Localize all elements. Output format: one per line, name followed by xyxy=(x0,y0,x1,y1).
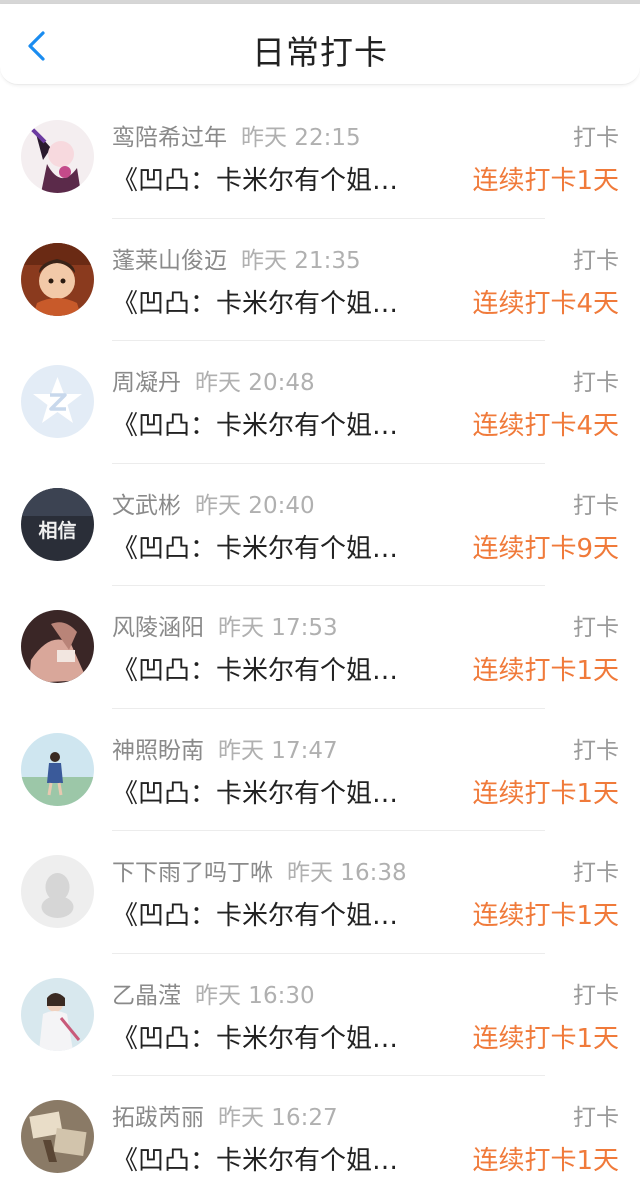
avatar-image xyxy=(21,732,94,806)
timestamp: 昨天 21:35 xyxy=(241,247,361,274)
list-item[interactable]: 相信 文武彬 昨天 20:40 打卡 《凹凸：卡米尔有个姐… 连续打卡9天 xyxy=(0,464,640,586)
checkin-tag: 打卡 xyxy=(573,125,619,151)
checkin-tag: 打卡 xyxy=(573,492,619,519)
book-title[interactable]: 《凹凸：卡米尔有个姐… xyxy=(112,1140,398,1177)
avatar[interactable] xyxy=(21,610,94,683)
checkin-tag: 打卡 xyxy=(573,370,619,396)
user-name[interactable]: 乙晶滢 xyxy=(112,983,181,1009)
avatar-image xyxy=(21,977,94,1051)
item-meta: 鸾陪希过年 昨天 22:15 xyxy=(112,118,361,152)
item-meta: 文武彬 昨天 20:40 xyxy=(112,486,315,520)
avatar-text: 相信 xyxy=(38,519,76,542)
item-meta: 拓跋芮丽 昨天 16:27 xyxy=(112,1098,338,1132)
avatar[interactable] xyxy=(21,242,94,316)
streak-label: 连续打卡1天 xyxy=(472,166,619,196)
list-item[interactable]: 乙晶滢 昨天 16:30 打卡 《凹凸：卡米尔有个姐… 连续打卡1天 xyxy=(0,954,640,1076)
checkin-tag: 打卡 xyxy=(573,982,619,1009)
streak-label: 连续打卡9天 xyxy=(472,533,619,564)
timestamp: 昨天 20:40 xyxy=(195,492,315,519)
timestamp: 昨天 16:30 xyxy=(195,982,315,1009)
streak-label: 连续打卡1天 xyxy=(472,656,619,686)
avatar[interactable] xyxy=(21,855,94,928)
user-name[interactable]: 蓬莱山俊迈 xyxy=(112,248,227,274)
timestamp: 昨天 20:48 xyxy=(195,370,315,396)
avatar-image xyxy=(21,242,94,316)
streak-label: 连续打卡1天 xyxy=(472,778,619,809)
checkin-tag: 打卡 xyxy=(573,615,619,641)
avatar[interactable] xyxy=(21,365,94,438)
checkin-tag: 打卡 xyxy=(573,860,619,886)
book-title[interactable]: 《凹凸：卡米尔有个姐… xyxy=(112,895,398,932)
item-meta: 乙晶滢 昨天 16:30 xyxy=(112,976,315,1010)
list-item[interactable]: 神照盼南 昨天 17:47 打卡 《凹凸：卡米尔有个姐… 连续打卡1天 xyxy=(0,709,640,831)
avatar-image xyxy=(21,1100,94,1173)
user-name[interactable]: 神照盼南 xyxy=(112,738,204,764)
streak-label: 连续打卡4天 xyxy=(472,288,619,319)
item-meta: 神照盼南 昨天 17:47 xyxy=(112,731,338,765)
page-title: 日常打卡 xyxy=(252,33,388,72)
checkin-list: 鸾陪希过年 昨天 22:15 打卡 《凹凸：卡米尔有个姐… 连续打卡1天 蓬莱山俊… xyxy=(0,96,640,1199)
checkin-tag: 打卡 xyxy=(573,737,619,764)
list-item[interactable]: 蓬莱山俊迈 昨天 21:35 打卡 《凹凸：卡米尔有个姐… 连续打卡4天 xyxy=(0,219,640,341)
book-title[interactable]: 《凹凸：卡米尔有个姐… xyxy=(112,160,398,197)
user-name[interactable]: 文武彬 xyxy=(112,493,181,519)
item-meta: 蓬莱山俊迈 昨天 21:35 xyxy=(112,241,361,275)
checkin-tag: 打卡 xyxy=(573,1105,619,1131)
avatar-image: 相信 xyxy=(21,487,94,561)
list-item[interactable]: 风陵涵阳 昨天 17:53 打卡 《凹凸：卡米尔有个姐… 连续打卡1天 xyxy=(0,586,640,709)
default-penguin-avatar-icon xyxy=(21,855,94,928)
streak-label: 连续打卡1天 xyxy=(472,1146,619,1176)
list-item[interactable]: 鸾陪希过年 昨天 22:15 打卡 《凹凸：卡米尔有个姐… 连续打卡1天 xyxy=(0,96,640,219)
default-avatar-icon xyxy=(21,365,94,438)
checkin-tag: 打卡 xyxy=(573,247,619,274)
avatar-image xyxy=(21,120,94,193)
avatar[interactable] xyxy=(21,977,94,1051)
avatar[interactable]: 相信 xyxy=(21,487,94,561)
user-name[interactable]: 风陵涵阳 xyxy=(112,615,204,641)
avatar[interactable] xyxy=(21,120,94,193)
timestamp: 昨天 17:47 xyxy=(218,737,338,764)
avatar-image xyxy=(21,610,94,683)
item-meta: 下下雨了吗丁咻 昨天 16:38 xyxy=(112,853,407,887)
item-meta: 周凝丹 昨天 20:48 xyxy=(112,363,315,397)
book-title[interactable]: 《凹凸：卡米尔有个姐… xyxy=(112,405,398,442)
streak-label: 连续打卡4天 xyxy=(472,411,619,441)
streak-label: 连续打卡1天 xyxy=(472,901,619,931)
book-title[interactable]: 《凹凸：卡米尔有个姐… xyxy=(112,283,398,320)
user-name[interactable]: 周凝丹 xyxy=(112,370,181,396)
book-title[interactable]: 《凹凸：卡米尔有个姐… xyxy=(112,1018,398,1055)
avatar[interactable] xyxy=(21,732,94,806)
book-title[interactable]: 《凹凸：卡米尔有个姐… xyxy=(112,773,398,810)
timestamp: 昨天 17:53 xyxy=(218,615,338,641)
nav-header: 日常打卡 xyxy=(0,4,640,85)
timestamp: 昨天 16:38 xyxy=(287,860,407,886)
user-name[interactable]: 鸾陪希过年 xyxy=(112,125,227,151)
list-item[interactable]: 周凝丹 昨天 20:48 打卡 《凹凸：卡米尔有个姐… 连续打卡4天 xyxy=(0,341,640,464)
list-item[interactable]: 下下雨了吗丁咻 昨天 16:38 打卡 《凹凸：卡米尔有个姐… 连续打卡1天 xyxy=(0,831,640,954)
item-meta: 风陵涵阳 昨天 17:53 xyxy=(112,608,338,642)
user-name[interactable]: 下下雨了吗丁咻 xyxy=(112,860,273,886)
book-title[interactable]: 《凹凸：卡米尔有个姐… xyxy=(112,650,398,687)
timestamp: 昨天 16:27 xyxy=(218,1105,338,1131)
avatar[interactable] xyxy=(21,1100,94,1173)
user-name[interactable]: 拓跋芮丽 xyxy=(112,1105,204,1131)
list-item[interactable]: 拓跋芮丽 昨天 16:27 打卡 《凹凸：卡米尔有个姐… 连续打卡1天 xyxy=(0,1076,640,1199)
streak-label: 连续打卡1天 xyxy=(472,1023,619,1054)
book-title[interactable]: 《凹凸：卡米尔有个姐… xyxy=(112,528,398,565)
timestamp: 昨天 22:15 xyxy=(241,125,361,151)
